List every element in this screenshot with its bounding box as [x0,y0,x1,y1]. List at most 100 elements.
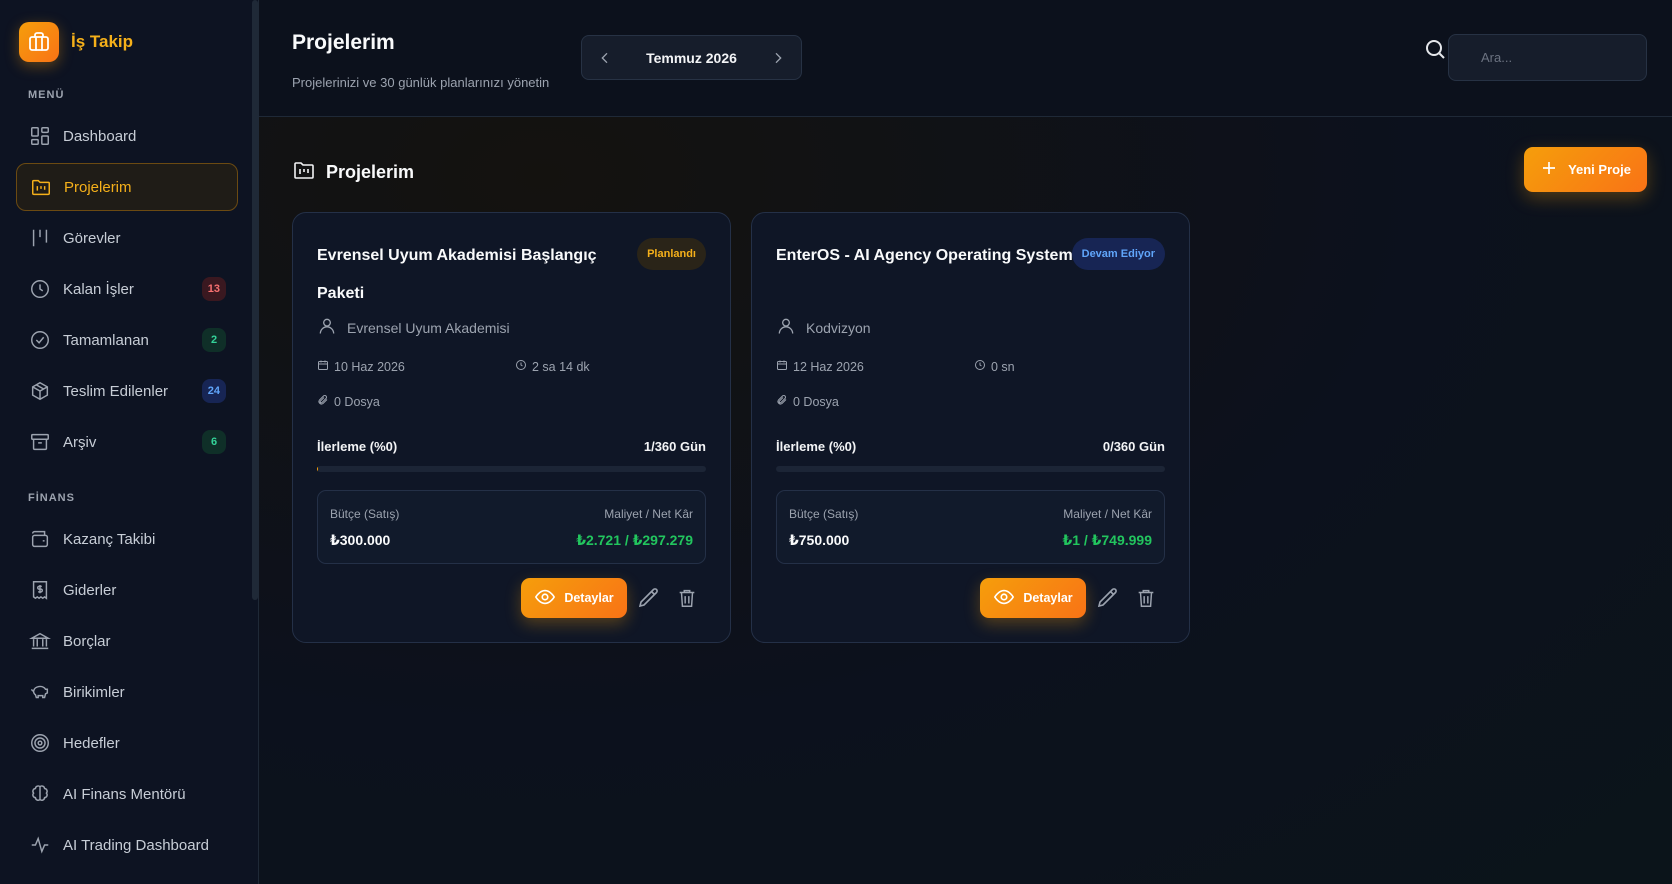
sidebar-item-label: Arşiv [63,433,97,451]
sidebar-item-label: Tamamlanan [63,331,149,349]
sidebar-item-dashboard[interactable]: Dashboard [16,112,238,160]
package-icon [29,380,51,402]
count-badge: 24 [201,379,226,403]
project-date: 10 Haz 2026 [317,359,405,374]
progress-label: İlerleme (%0) [776,439,857,454]
cost-profit-value: ₺2.721 / ₺297.279 [576,532,693,548]
sidebar-item-label: AI Finans Mentörü [63,785,186,803]
clock-icon [515,359,527,374]
date-text: 10 Haz 2026 [334,359,405,374]
duration-text: 0 sn [991,359,1015,374]
cost-label: Maliyet / Net Kâr [1063,507,1152,521]
new-project-label: Yeni Proje [1568,162,1631,177]
project-files[interactable]: 0 Dosya [317,394,380,409]
trash-icon[interactable] [1135,586,1157,615]
paperclip-icon [317,394,329,409]
columns-icon [29,227,51,249]
project-date: 12 Haz 2026 [776,359,864,374]
count-badge: 2 [202,328,226,352]
project-title[interactable]: Evrensel Uyum Akademisi Başlangıç Paketi [317,237,617,313]
sidebar-item-birikimler[interactable]: Birikimler [16,668,238,716]
progress-bar [317,466,706,472]
app-root: İş Takip MENÜ Dashboard Projelerim Görev… [0,0,1672,884]
project-duration: 2 sa 14 dk [515,359,590,374]
new-project-button[interactable]: Yeni Proje [1524,147,1647,192]
menu-section-label: MENÜ [28,89,65,101]
wallet-icon [29,528,51,550]
page-title: Projelerim [292,31,395,54]
sidebar-item-giderler[interactable]: Giderler [16,566,238,614]
sidebar: İş Takip MENÜ Dashboard Projelerim Görev… [0,0,259,884]
project-client: Kodvizyon [776,316,871,339]
pencil-icon[interactable] [1096,586,1120,615]
sidebar-item-label: Giderler [63,581,117,599]
brand-name: İş Takip [71,32,134,51]
sidebar-item-label: Birikimler [63,683,125,701]
details-button[interactable]: Detaylar [980,578,1086,618]
projects-section-header: Projelerim [292,158,414,187]
budget-label: Bütçe (Satış) [330,507,400,521]
receipt-icon [29,579,51,601]
progress-days: 0/360 Gün [1102,439,1165,454]
pencil-icon[interactable] [637,586,661,615]
folder-kanban-icon [292,158,316,187]
activity-icon [29,834,51,856]
sidebar-item-label: Teslim Edilenler [63,382,169,400]
budget-label: Bütçe (Satış) [789,507,859,521]
search-input[interactable] [1448,34,1647,81]
sidebar-item-label: Kazanç Takibi [63,530,156,548]
section-title: Projelerim [326,162,415,182]
progress-label: İlerleme (%0) [317,439,398,454]
clock-icon [29,278,51,300]
month-navigator: Temmuz 2026 [581,35,802,80]
sidebar-item-tamamlanan[interactable]: Tamamlanan 2 [16,316,238,364]
project-files[interactable]: 0 Dosya [776,394,839,409]
bank-icon [29,630,51,652]
sidebar-item-arsiv[interactable]: Arşiv 6 [16,418,238,466]
sidebar-item-hedefler[interactable]: Hedefler [16,719,238,767]
sidebar-item-projelerim[interactable]: Projelerim [16,163,238,211]
dashboard-icon [29,125,51,147]
sidebar-item-kazanc-takibi[interactable]: Kazanç Takibi [16,515,238,563]
sidebar-scrollbar[interactable] [252,0,258,600]
chevron-right-icon[interactable] [767,47,789,69]
sidebar-item-borclar[interactable]: Borçlar [16,617,238,665]
count-badge: 13 [201,277,226,301]
folder-kanban-icon [30,176,52,198]
project-title[interactable]: EnterOS - AI Agency Operating System [776,237,1076,275]
status-badge: Devam Ediyor [1071,238,1165,270]
date-text: 12 Haz 2026 [793,359,864,374]
check-circle-icon [29,329,51,351]
cost-label: Maliyet / Net Kâr [604,507,693,521]
user-icon [317,316,337,339]
sidebar-item-teslim-edilenler[interactable]: Teslim Edilenler 24 [16,367,238,415]
target-icon [29,732,51,754]
sidebar-item-label: Hedefler [63,734,120,752]
paperclip-icon [776,394,788,409]
budget-box: Bütçe (Satış) Maliyet / Net Kâr ₺300.000… [317,490,706,564]
piggy-bank-icon [29,681,51,703]
finance-section-label: FİNANS [28,492,75,504]
calendar-icon [776,359,788,374]
brain-icon [29,783,51,805]
details-label: Detaylar [1023,591,1073,605]
sidebar-item-gorevler[interactable]: Görevler [16,214,238,262]
budget-value: ₺300.000 [330,532,391,548]
sidebar-item-label: AI Trading Dashboard [63,836,209,854]
files-text: 0 Dosya [334,394,380,409]
sidebar-item-ai-trading-dashboard[interactable]: AI Trading Dashboard [16,821,238,869]
details-button[interactable]: Detaylar [521,578,627,618]
eye-icon [534,586,556,611]
budget-box: Bütçe (Satış) Maliyet / Net Kâr ₺750.000… [776,490,1165,564]
trash-icon[interactable] [676,586,698,615]
project-card: Evrensel Uyum Akademisi Başlangıç Paketi… [292,212,731,643]
cost-profit-value: ₺1 / ₺749.999 [1062,532,1152,548]
sidebar-item-label: Dashboard [63,127,137,145]
project-duration: 0 sn [974,359,1015,374]
sidebar-item-ai-finans-mentoru[interactable]: AI Finans Mentörü [16,770,238,818]
archive-icon [29,431,51,453]
chevron-left-icon[interactable] [594,47,616,69]
budget-value: ₺750.000 [789,532,850,548]
sidebar-item-kalan-isler[interactable]: Kalan İşler 13 [16,265,238,313]
brand[interactable]: İş Takip [19,22,133,62]
